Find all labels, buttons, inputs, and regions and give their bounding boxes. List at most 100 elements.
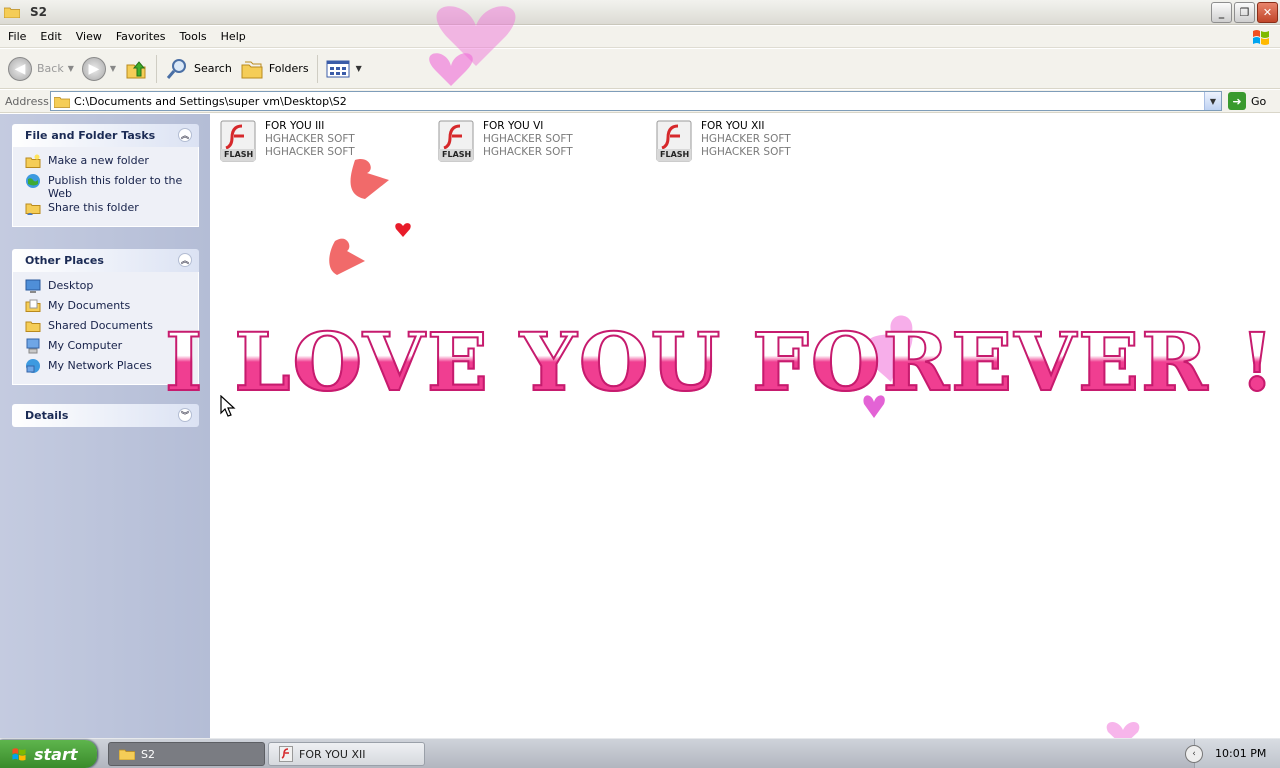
close-button[interactable]: ✕ [1257, 2, 1278, 23]
taskbar: start S2 FOR YOU XII ‹ 10:01 PM [0, 738, 1280, 768]
file-company: HGHACKER SOFT [483, 133, 573, 145]
search-icon [166, 58, 187, 79]
menu-file[interactable]: File [0, 30, 32, 43]
heart-icon [429, 6, 516, 86]
windows-logo-icon [12, 748, 26, 761]
globe-icon [26, 174, 40, 188]
back-dropdown-icon[interactable]: ▼ [68, 64, 74, 73]
taskbar-item-s2[interactable]: S2 [108, 742, 265, 766]
flash-file-icon: FLASH [220, 120, 256, 162]
views-button[interactable]: ▼ [322, 53, 366, 85]
start-button[interactable]: start [0, 740, 97, 768]
search-label: Search [194, 62, 232, 75]
network-places-icon [26, 359, 40, 373]
file-name: FOR YOU XII [701, 120, 765, 132]
panel-title: Details [25, 409, 69, 422]
forward-arrow-icon: ▶ [81, 56, 106, 81]
new-folder-icon [25, 154, 41, 168]
windows-logo-icon [1253, 30, 1269, 45]
publish-folder-link[interactable]: Publish this folder to the Web [25, 173, 198, 200]
folder-icon [54, 96, 70, 108]
up-folder-button[interactable] [120, 53, 152, 85]
address-path: C:\Documents and Settings\super vm\Deskt… [74, 94, 347, 108]
taskbar-item-label: FOR YOU XII [299, 747, 366, 761]
folder-icon [4, 7, 20, 18]
love-message-overlay: I LOVE YOU FOREVER ! [164, 315, 1277, 409]
flash-file-icon [279, 746, 293, 762]
file-description: HGHACKER SOFT [701, 146, 791, 158]
file-item[interactable]: FLASH FOR YOU XII HGHACKER SOFT HGHACKER… [656, 120, 791, 162]
toolbar: ◀ Back ▼ ▶ ▼ Search Folders ▼ [0, 49, 1280, 89]
views-icon [326, 60, 350, 77]
folders-label: Folders [268, 62, 309, 75]
make-new-folder-link[interactable]: Make a new folder [25, 153, 198, 173]
forward-button[interactable]: ▶ ▼ [78, 53, 120, 85]
menu-favorites[interactable]: Favorites [108, 30, 172, 43]
menu-help[interactable]: Help [213, 30, 252, 43]
heart-icon [350, 158, 389, 199]
start-label: start [34, 744, 78, 764]
address-input[interactable]: C:\Documents and Settings\super vm\Deskt… [50, 91, 1222, 111]
window-title: S2 [30, 5, 47, 19]
back-label: Back [37, 62, 64, 75]
file-list-area[interactable]: FLASH FOR YOU III HGHACKER SOFT HGHACKER… [210, 114, 1280, 738]
collapse-icon[interactable]: ︽ [178, 128, 192, 142]
search-button[interactable]: Search [161, 53, 236, 85]
file-description: HGHACKER SOFT [265, 146, 355, 158]
folders-icon [241, 61, 263, 78]
flash-file-icon: FLASH [438, 120, 474, 162]
address-dropdown-icon[interactable]: ▼ [1204, 92, 1221, 110]
flash-badge: FLASH [442, 150, 472, 159]
file-company: HGHACKER SOFT [701, 133, 791, 145]
panel-title: Other Places [25, 254, 104, 267]
folders-button[interactable]: Folders [236, 53, 313, 85]
file-description: HGHACKER SOFT [483, 146, 573, 158]
shared-folder-icon [25, 203, 41, 215]
flash-badge: FLASH [224, 150, 254, 159]
my-documents-icon [25, 299, 41, 312]
mouse-cursor-icon [220, 395, 236, 417]
menu-edit[interactable]: Edit [32, 30, 67, 43]
restore-button[interactable]: ❐ [1234, 2, 1255, 23]
taskbar-item-for-you-xii[interactable]: FOR YOU XII [268, 742, 425, 766]
file-item[interactable]: FLASH FOR YOU III HGHACKER SOFT HGHACKER… [220, 120, 355, 162]
toolbar-separator [316, 54, 318, 83]
show-hidden-icons-button[interactable]: ‹ [1185, 744, 1203, 763]
file-company: HGHACKER SOFT [265, 133, 355, 145]
file-item[interactable]: FLASH FOR YOU VI HGHACKER SOFT HGHACKER … [438, 120, 573, 162]
toolbar-separator [156, 54, 158, 83]
panel-title: File and Folder Tasks [25, 129, 156, 142]
go-label: Go [1251, 94, 1267, 108]
my-computer-icon [26, 338, 40, 354]
back-button[interactable]: ◀ Back ▼ [4, 53, 78, 85]
go-arrow-icon: ➜ [1228, 92, 1246, 110]
taskbar-item-label: S2 [141, 747, 155, 761]
address-label: Address [5, 94, 49, 108]
heart-icon [395, 223, 411, 237]
other-places-header[interactable]: Other Places ︽ [12, 249, 199, 272]
address-bar: Address C:\Documents and Settings\super … [0, 90, 1280, 113]
clock[interactable]: 10:01 PM [1215, 747, 1266, 760]
file-name: FOR YOU III [265, 120, 325, 132]
collapse-icon[interactable]: ︽ [178, 253, 192, 267]
menu-tools[interactable]: Tools [172, 30, 213, 43]
go-button[interactable]: ➜ Go [1228, 92, 1266, 110]
views-dropdown-icon[interactable]: ▼ [356, 64, 362, 73]
desktop-icon [25, 279, 41, 293]
up-folder-icon [126, 60, 146, 78]
flash-file-icon: FLASH [656, 120, 692, 162]
heart-icon [1106, 722, 1140, 738]
forward-dropdown-icon[interactable]: ▼ [110, 64, 116, 73]
back-arrow-icon: ◀ [8, 56, 32, 81]
share-folder-link[interactable]: Share this folder [25, 200, 198, 220]
menu-bar: File Edit View Favorites Tools Help [0, 26, 1280, 48]
file-folder-tasks-header[interactable]: File and Folder Tasks ︽ [12, 124, 199, 147]
minimize-button[interactable]: _ [1211, 2, 1232, 23]
expand-icon[interactable]: ︾ [178, 408, 192, 422]
task-pane: File and Folder Tasks ︽ Make a new folde… [0, 114, 210, 738]
flash-badge: FLASH [660, 150, 690, 159]
system-tray: ‹ 10:01 PM [1185, 739, 1280, 768]
heart-icon [329, 238, 365, 275]
desktop-link[interactable]: Desktop [25, 278, 198, 298]
menu-view[interactable]: View [68, 30, 108, 43]
